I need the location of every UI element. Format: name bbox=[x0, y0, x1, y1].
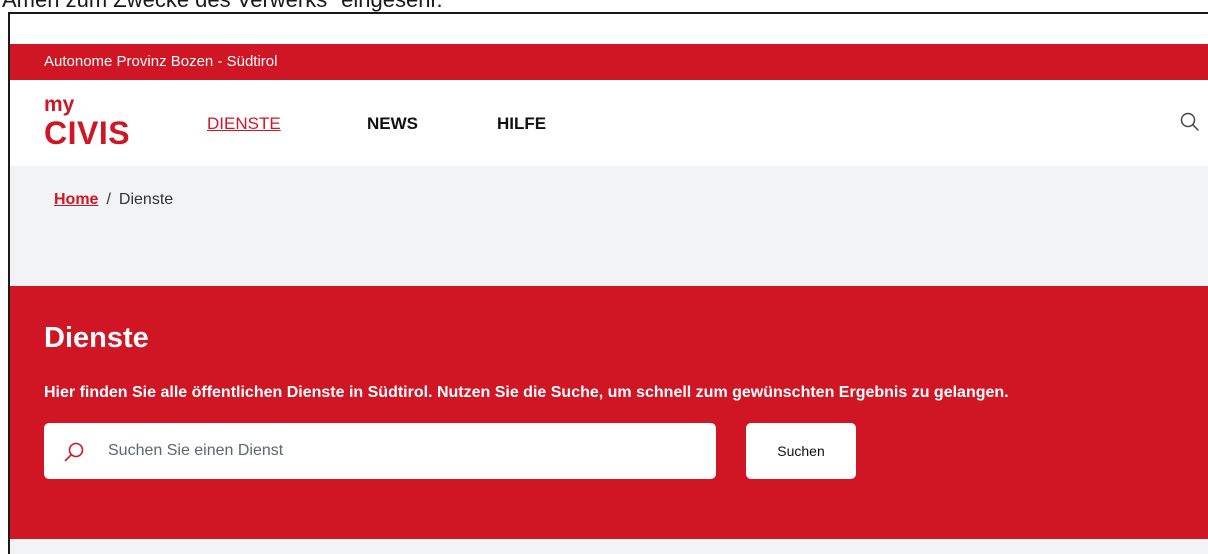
service-search-box[interactable] bbox=[44, 423, 716, 479]
content-area bbox=[10, 539, 1208, 554]
hero-section: Dienste Hier finden Sie alle öffentliche… bbox=[10, 286, 1208, 539]
nav-hilfe[interactable]: HILFE bbox=[497, 113, 546, 135]
page-title: Dienste bbox=[44, 322, 149, 354]
logo-text-my: my bbox=[44, 93, 75, 116]
breadcrumb: Home / Dienste bbox=[54, 189, 173, 211]
search-icon bbox=[64, 442, 84, 462]
search-icon bbox=[1180, 112, 1199, 131]
breadcrumb-separator: / bbox=[106, 191, 111, 208]
province-bar: Autonome Provinz Bozen - Südtirol bbox=[10, 44, 1208, 80]
site-header: my CIVIS DIENSTE NEWS HILFE bbox=[10, 80, 1208, 166]
logo-text-civis: CIVIS bbox=[44, 115, 131, 151]
browser-viewport: Autonome Provinz Bozen - Südtirol my CIV… bbox=[8, 12, 1208, 554]
nav-dienste[interactable]: DIENSTE bbox=[207, 113, 281, 135]
header-search-button[interactable] bbox=[1178, 110, 1202, 134]
province-bar-text[interactable]: Autonome Provinz Bozen - Südtirol bbox=[44, 53, 277, 70]
service-search-input[interactable] bbox=[108, 433, 698, 469]
mycivis-logo[interactable]: my CIVIS bbox=[44, 94, 154, 154]
search-button[interactable]: Suchen bbox=[746, 423, 856, 479]
page-subtitle: Hier finden Sie alle öffentlichen Dienst… bbox=[44, 384, 1009, 401]
nav-news[interactable]: NEWS bbox=[367, 113, 418, 135]
breadcrumb-current: Dienste bbox=[118, 191, 174, 208]
breadcrumb-area: Home / Dienste bbox=[10, 166, 1208, 286]
breadcrumb-home-link[interactable]: Home bbox=[54, 191, 98, 208]
